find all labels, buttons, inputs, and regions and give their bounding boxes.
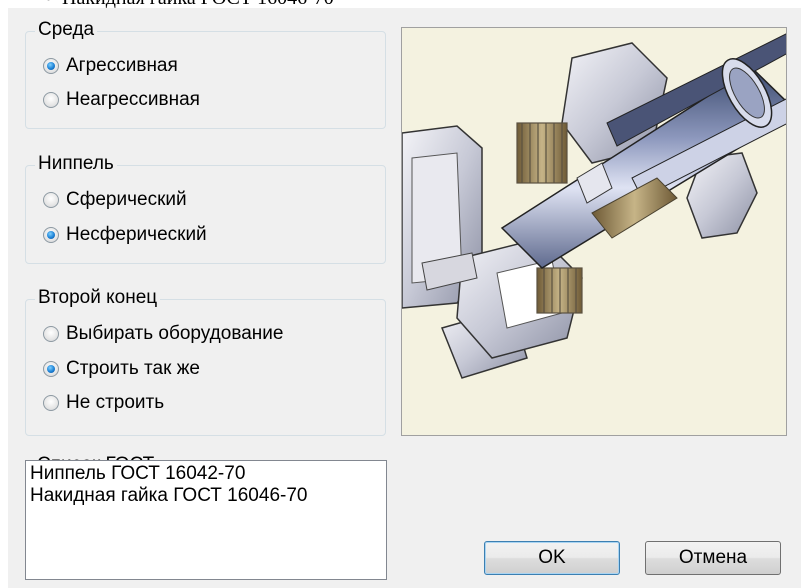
radio-unchecked-icon[interactable]	[43, 395, 59, 411]
environment-group-title: Среда	[35, 19, 98, 41]
radio-unchecked-icon[interactable]	[43, 326, 59, 342]
radio-spherical-label: Сферический	[66, 189, 187, 210]
radio-checked-icon[interactable]	[43, 58, 59, 74]
radio-non-spherical[interactable]: Несферический	[43, 223, 207, 247]
radio-aggressive-label: Агрессивная	[66, 55, 178, 76]
radio-build-same-label: Строить так же	[66, 358, 200, 379]
fitting-preview-image	[401, 27, 787, 436]
radio-select-equipment-label: Выбирать оборудование	[66, 323, 284, 344]
gost-listbox[interactable]: Ниппель ГОСТ 16042-70 Накидная гайка ГОС…	[25, 460, 387, 580]
radio-non-aggressive-label: Неагрессивная	[66, 89, 200, 110]
second-end-group: Второй конец Выбирать оборудование Строи…	[25, 287, 386, 436]
radio-unchecked-icon[interactable]	[43, 192, 59, 208]
radio-do-not-build[interactable]: Не строить	[43, 391, 164, 415]
radio-do-not-build-label: Не строить	[66, 392, 165, 413]
list-item[interactable]: Ниппель ГОСТ 16042-70	[30, 463, 382, 485]
radio-non-spherical-label: Несферический	[66, 224, 207, 245]
pipe-fitting-cutaway-illustration	[402, 33, 786, 379]
top-clipped-text-label: Накидная гайка ГОСТ 16046-70	[62, 0, 334, 8]
radio-spherical[interactable]: Сферический	[43, 188, 187, 212]
list-item[interactable]: Накидная гайка ГОСТ 16046-70	[30, 485, 382, 507]
fitting-options-dialog: Среда Агрессивная Неагрессивная Ниппель …	[8, 8, 801, 588]
second-end-group-title: Второй конец	[35, 287, 161, 309]
environment-group: Среда Агрессивная Неагрессивная	[25, 19, 386, 129]
radio-unchecked-icon[interactable]	[43, 92, 59, 108]
ok-button[interactable]: OK	[484, 541, 620, 575]
radio-build-same[interactable]: Строить так же	[43, 357, 200, 381]
top-clipped-text: • Накидная гайка ГОСТ 16046-70	[0, 0, 801, 8]
nipple-group-title: Ниппель	[35, 153, 117, 175]
radio-select-equipment[interactable]: Выбирать оборудование	[43, 322, 283, 346]
radio-checked-icon[interactable]	[43, 227, 59, 243]
nipple-group: Ниппель Сферический Несферический	[25, 153, 386, 264]
radio-checked-icon[interactable]	[43, 361, 59, 377]
radio-non-aggressive[interactable]: Неагрессивная	[43, 88, 200, 112]
radio-aggressive[interactable]: Агрессивная	[43, 54, 178, 78]
cancel-button[interactable]: Отмена	[645, 541, 781, 575]
